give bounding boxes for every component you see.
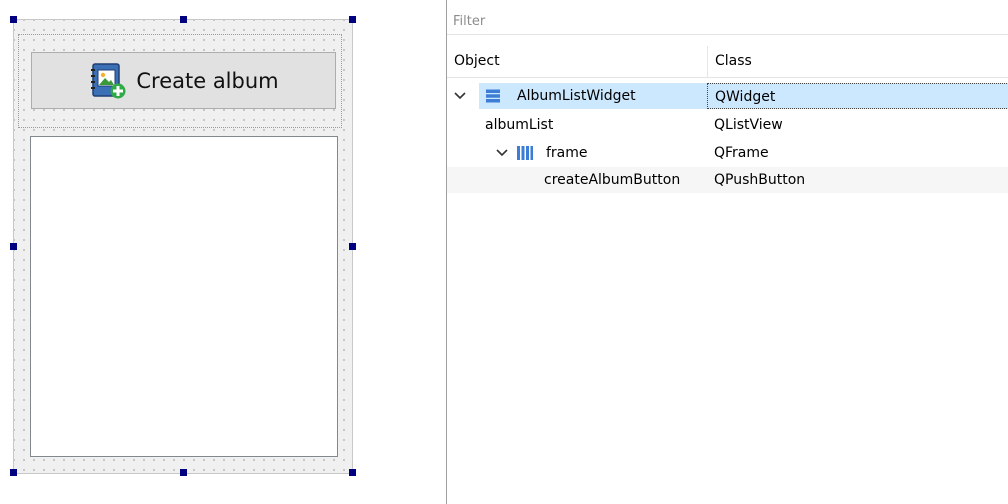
- resize-handle-bottom-right[interactable]: [349, 469, 356, 476]
- tree-object-cell[interactable]: AlbumListWidget: [479, 83, 707, 109]
- album-add-icon: [91, 62, 126, 98]
- chevron-down-icon[interactable]: [453, 89, 467, 103]
- object-name: AlbumListWidget: [517, 88, 636, 104]
- object-inspector: Object Class AlbumListWidget QWidget alb…: [446, 0, 1008, 504]
- header-class[interactable]: Class: [708, 46, 1008, 77]
- tree-row-frame[interactable]: frame QFrame: [447, 140, 1008, 166]
- resize-handle-right[interactable]: [349, 243, 356, 250]
- resize-handle-top-right[interactable]: [349, 16, 356, 23]
- horizontal-layout-icon: [517, 146, 533, 160]
- tree-row-albumlistwidget[interactable]: AlbumListWidget QWidget: [447, 83, 1008, 109]
- filter-input[interactable]: [447, 9, 1008, 35]
- tree-header: Object Class: [447, 46, 1008, 78]
- object-class: QWidget: [707, 83, 1008, 109]
- create-album-button[interactable]: Create album: [31, 52, 336, 109]
- resize-handle-top-left[interactable]: [10, 16, 17, 23]
- chevron-down-icon[interactable]: [495, 146, 509, 160]
- tree-row-createalbumbutton[interactable]: createAlbumButton QPushButton: [447, 167, 1008, 193]
- header-object[interactable]: Object: [447, 46, 707, 77]
- object-class: QFrame: [714, 145, 769, 161]
- album-list-view[interactable]: [30, 136, 338, 457]
- vertical-layout-icon: [486, 89, 500, 103]
- object-class: QListView: [714, 117, 783, 133]
- resize-handle-left[interactable]: [10, 243, 17, 250]
- create-album-label: Create album: [136, 68, 279, 93]
- object-class: QPushButton: [714, 172, 806, 188]
- resize-handle-bottom-left[interactable]: [10, 469, 17, 476]
- object-name: frame: [546, 145, 588, 161]
- object-name: createAlbumButton: [544, 172, 681, 188]
- resize-handle-bottom[interactable]: [180, 469, 187, 476]
- resize-handle-top[interactable]: [180, 16, 187, 23]
- tree-row-albumlist[interactable]: albumList QListView: [447, 112, 1008, 138]
- object-name: albumList: [485, 117, 554, 133]
